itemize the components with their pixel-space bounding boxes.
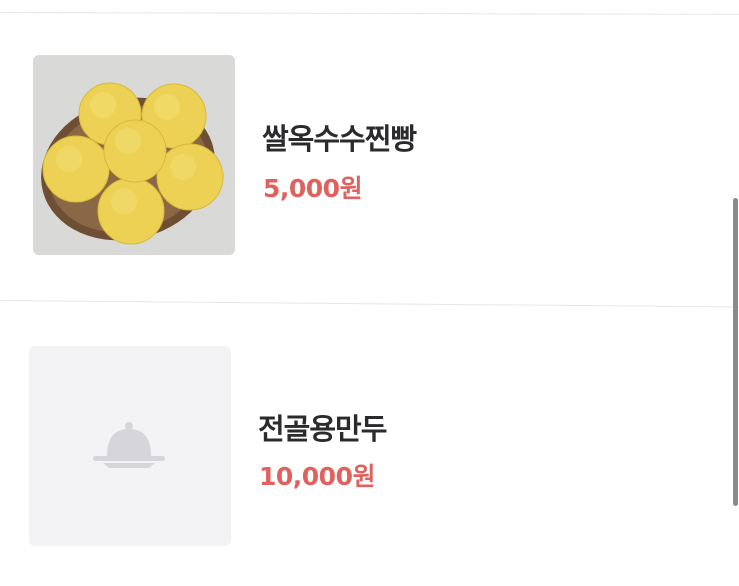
- menu-list-screen: 쌀옥수수찐빵 5,000원 전골용만두 10,000원: [0, 0, 739, 586]
- steamed-corn-buns-image: [33, 55, 235, 255]
- menu-item-price: 10,000원: [259, 462, 375, 491]
- menu-item-photo[interactable]: [33, 55, 235, 255]
- menu-item-price: 5,000원: [263, 174, 363, 203]
- menu-item[interactable]: 쌀옥수수찐빵 5,000원: [0, 30, 739, 290]
- menu-item-name: 전골용만두: [258, 412, 387, 446]
- menu-item-name: 쌀옥수수찐빵: [262, 122, 417, 156]
- dish-placeholder-icon: [29, 346, 231, 546]
- divider: [0, 12, 739, 15]
- divider: [0, 300, 739, 308]
- menu-item-photo-placeholder[interactable]: [29, 346, 231, 546]
- menu-item[interactable]: 전골용만두 10,000원: [0, 320, 739, 580]
- scrollbar[interactable]: [733, 198, 738, 506]
